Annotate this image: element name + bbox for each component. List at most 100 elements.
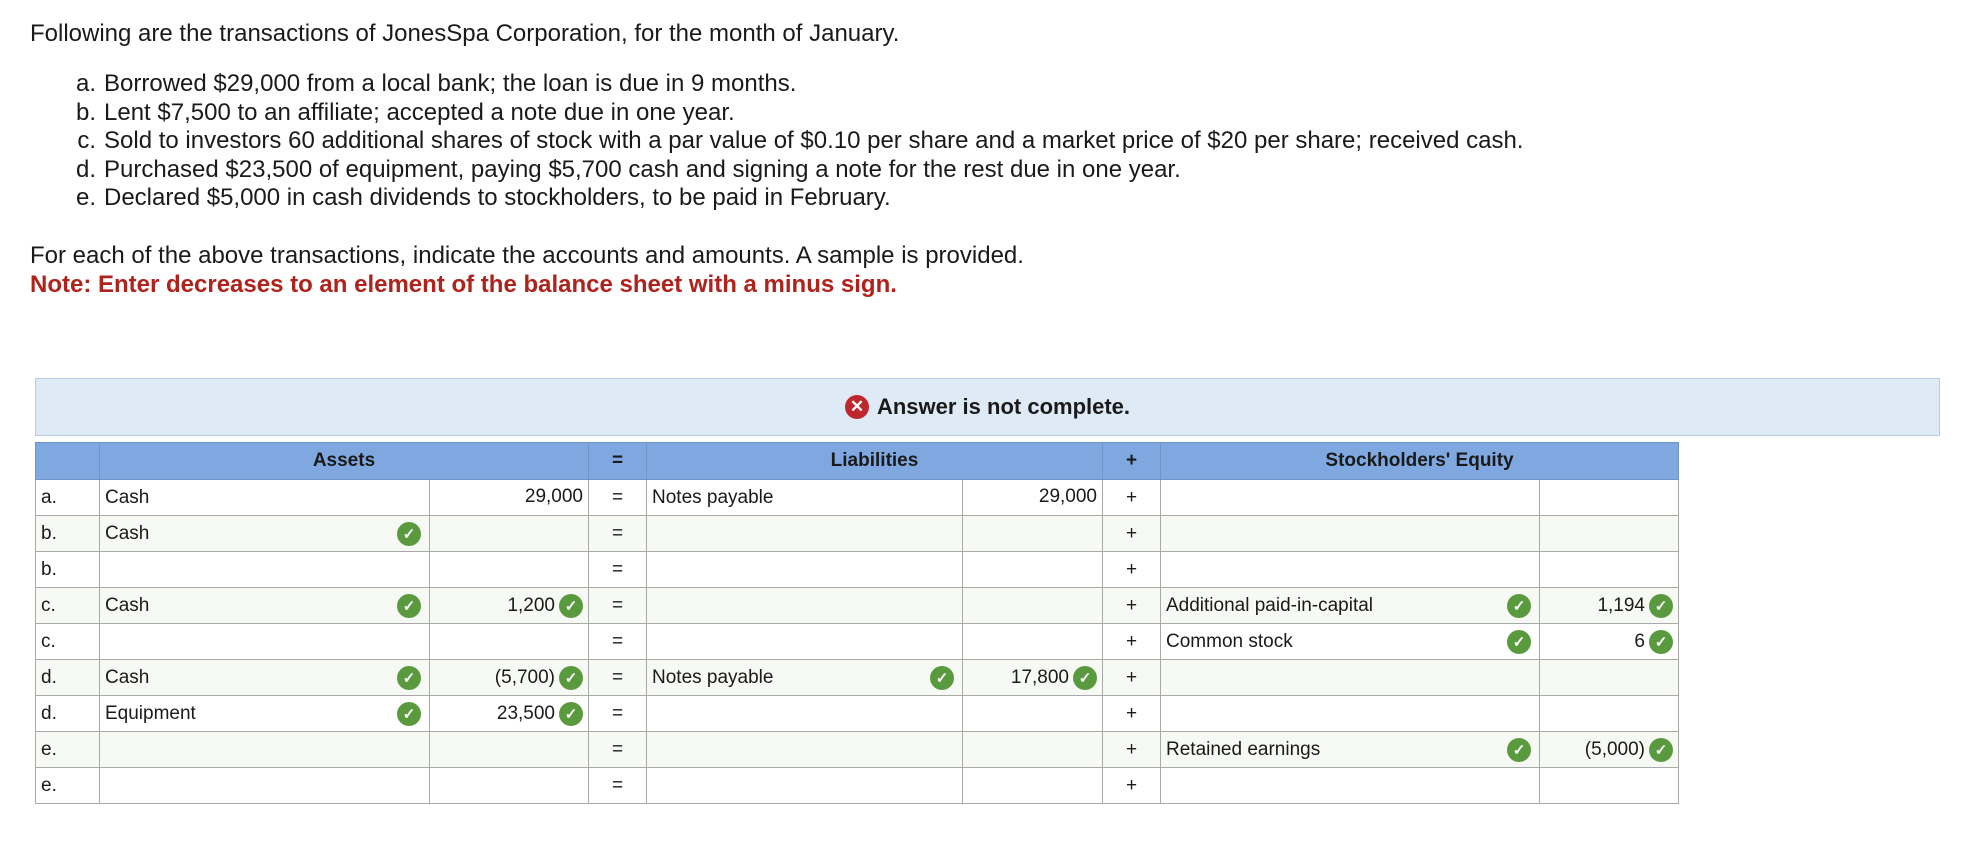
equity-amount-input[interactable] [1539,551,1679,588]
plus-sign: + [1102,767,1161,804]
equals-sign: = [588,479,647,516]
equity-account-select[interactable] [1160,659,1540,696]
check-icon: ✓ [1649,629,1673,654]
row-label-value: a. [41,486,57,508]
asset-amount-input-value: 23,500 [496,702,555,724]
asset-amount-input[interactable]: 29,000 [429,479,589,516]
asset-account-select[interactable]: Cash [99,479,430,516]
plus-sign-value: + [1125,630,1138,652]
equity-account-select[interactable]: Additional paid-in-capital ✓ [1160,587,1540,624]
equity-amount-input[interactable] [1539,659,1679,696]
equity-amount-input[interactable] [1539,479,1679,516]
liability-amount-input[interactable] [962,551,1103,588]
liability-account-select[interactable] [646,515,963,552]
liability-account-select[interactable] [646,623,963,660]
equity-amount-input[interactable] [1539,515,1679,552]
equity-account-select[interactable]: Retained earnings ✓ [1160,731,1540,768]
plus-sign: + [1102,479,1161,516]
equity-account-select-value: Retained earnings [1166,738,1321,760]
equals-sign-value: = [611,486,624,508]
table-row: e. = + Retained earnings ✓ (5,000) ✓ [35,731,1679,768]
check-icon: ✓ [1649,737,1673,762]
row-label: d. [35,695,100,732]
asset-amount-input[interactable] [429,515,589,552]
check-icon: ✓ [1073,665,1097,690]
row-label: b. [35,515,100,552]
equity-amount-input[interactable] [1539,767,1679,804]
liability-account-select[interactable] [646,731,963,768]
check-icon: ✓ [559,593,583,618]
liability-account-select[interactable]: Notes payable ✓ [646,659,963,696]
asset-amount-input[interactable] [429,731,589,768]
liability-amount-input[interactable]: 29,000 [962,479,1103,516]
asset-amount-input[interactable] [429,551,589,588]
liability-amount-input[interactable] [962,767,1103,804]
equity-account-select[interactable] [1160,695,1540,732]
plus-sign-value: + [1125,702,1138,724]
asset-account-select[interactable]: Cash ✓ [99,587,430,624]
liability-account-select[interactable]: Notes payable [646,479,963,516]
asset-account-select[interactable] [99,767,430,804]
asset-account-select[interactable]: Equipment ✓ [99,695,430,732]
asset-account-select[interactable] [99,731,430,768]
row-label-value: e. [41,774,57,796]
assets-header: Assets [99,442,589,480]
equity-amount-input[interactable]: 1,194 ✓ [1539,587,1679,624]
liability-amount-input[interactable] [962,731,1103,768]
asset-account-select[interactable]: Cash ✓ [99,659,430,696]
equals-sign-value: = [611,666,624,688]
table-row: c. = + Common stock ✓ 6 ✓ [35,623,1679,660]
equity-amount-input[interactable]: (5,000) ✓ [1539,731,1679,768]
liability-account-select[interactable] [646,587,963,624]
header-label-cell [35,442,100,480]
liability-amount-input[interactable] [962,623,1103,660]
plus-header: + [1102,442,1161,480]
row-label-value: d. [41,666,57,688]
asset-amount-input[interactable] [429,623,589,660]
asset-account-select-value: Cash [105,666,150,688]
check-icon: ✓ [397,522,421,546]
plus-sign: + [1102,515,1161,552]
asset-amount-input[interactable]: 1,200 ✓ [429,587,589,624]
asset-account-select[interactable] [99,623,430,660]
asset-amount-input[interactable]: 23,500 ✓ [429,695,589,732]
row-label: e. [35,731,100,768]
equity-account-select[interactable] [1160,767,1540,804]
plus-sign-value: + [1125,774,1138,796]
liability-amount-input[interactable]: 17,800 ✓ [962,659,1103,696]
equity-amount-input[interactable]: 6 ✓ [1539,623,1679,660]
check-icon: ✓ [1649,593,1673,618]
plus-sign: + [1102,551,1161,588]
equity-amount-input[interactable] [1539,695,1679,732]
liability-account-select[interactable] [646,767,963,804]
liability-amount-input[interactable] [962,515,1103,552]
equals-sign: = [588,551,647,588]
liability-account-select[interactable] [646,695,963,732]
asset-amount-input-value: 29,000 [524,486,583,508]
table-row: a. Cash 29,000 = Notes payable 29,000 + [35,479,1679,516]
asset-account-select[interactable] [99,551,430,588]
equals-sign: = [588,587,647,624]
check-icon: ✓ [1507,738,1531,762]
asset-account-select-value: Cash [105,522,150,544]
table-row: d. Cash ✓ (5,700) ✓ = Notes payable ✓ 17,800 ✓ + [35,659,1679,696]
equals-header: = [588,442,647,480]
table-row: d. Equipment ✓ 23,500 ✓ = + [35,695,1679,732]
equity-account-select[interactable] [1160,551,1540,588]
equity-account-select[interactable]: Common stock ✓ [1160,623,1540,660]
liability-amount-input[interactable] [962,587,1103,624]
equity-account-select[interactable] [1160,479,1540,516]
equity-amount-input-value: 1,194 [1597,594,1645,616]
check-icon: ✓ [1507,594,1531,618]
asset-account-select-value: Equipment [105,702,196,724]
transaction-item: e. Declared $5,000 in cash dividends to s… [75,184,891,211]
equals-sign: = [588,623,647,660]
equity-account-select[interactable] [1160,515,1540,552]
asset-amount-input[interactable]: (5,700) ✓ [429,659,589,696]
asset-amount-input[interactable] [429,767,589,804]
liability-amount-input[interactable] [962,695,1103,732]
equity-header: Stockholders' Equity [1160,442,1679,480]
row-label: d. [35,659,100,696]
liability-account-select[interactable] [646,551,963,588]
asset-account-select[interactable]: Cash ✓ [99,515,430,552]
